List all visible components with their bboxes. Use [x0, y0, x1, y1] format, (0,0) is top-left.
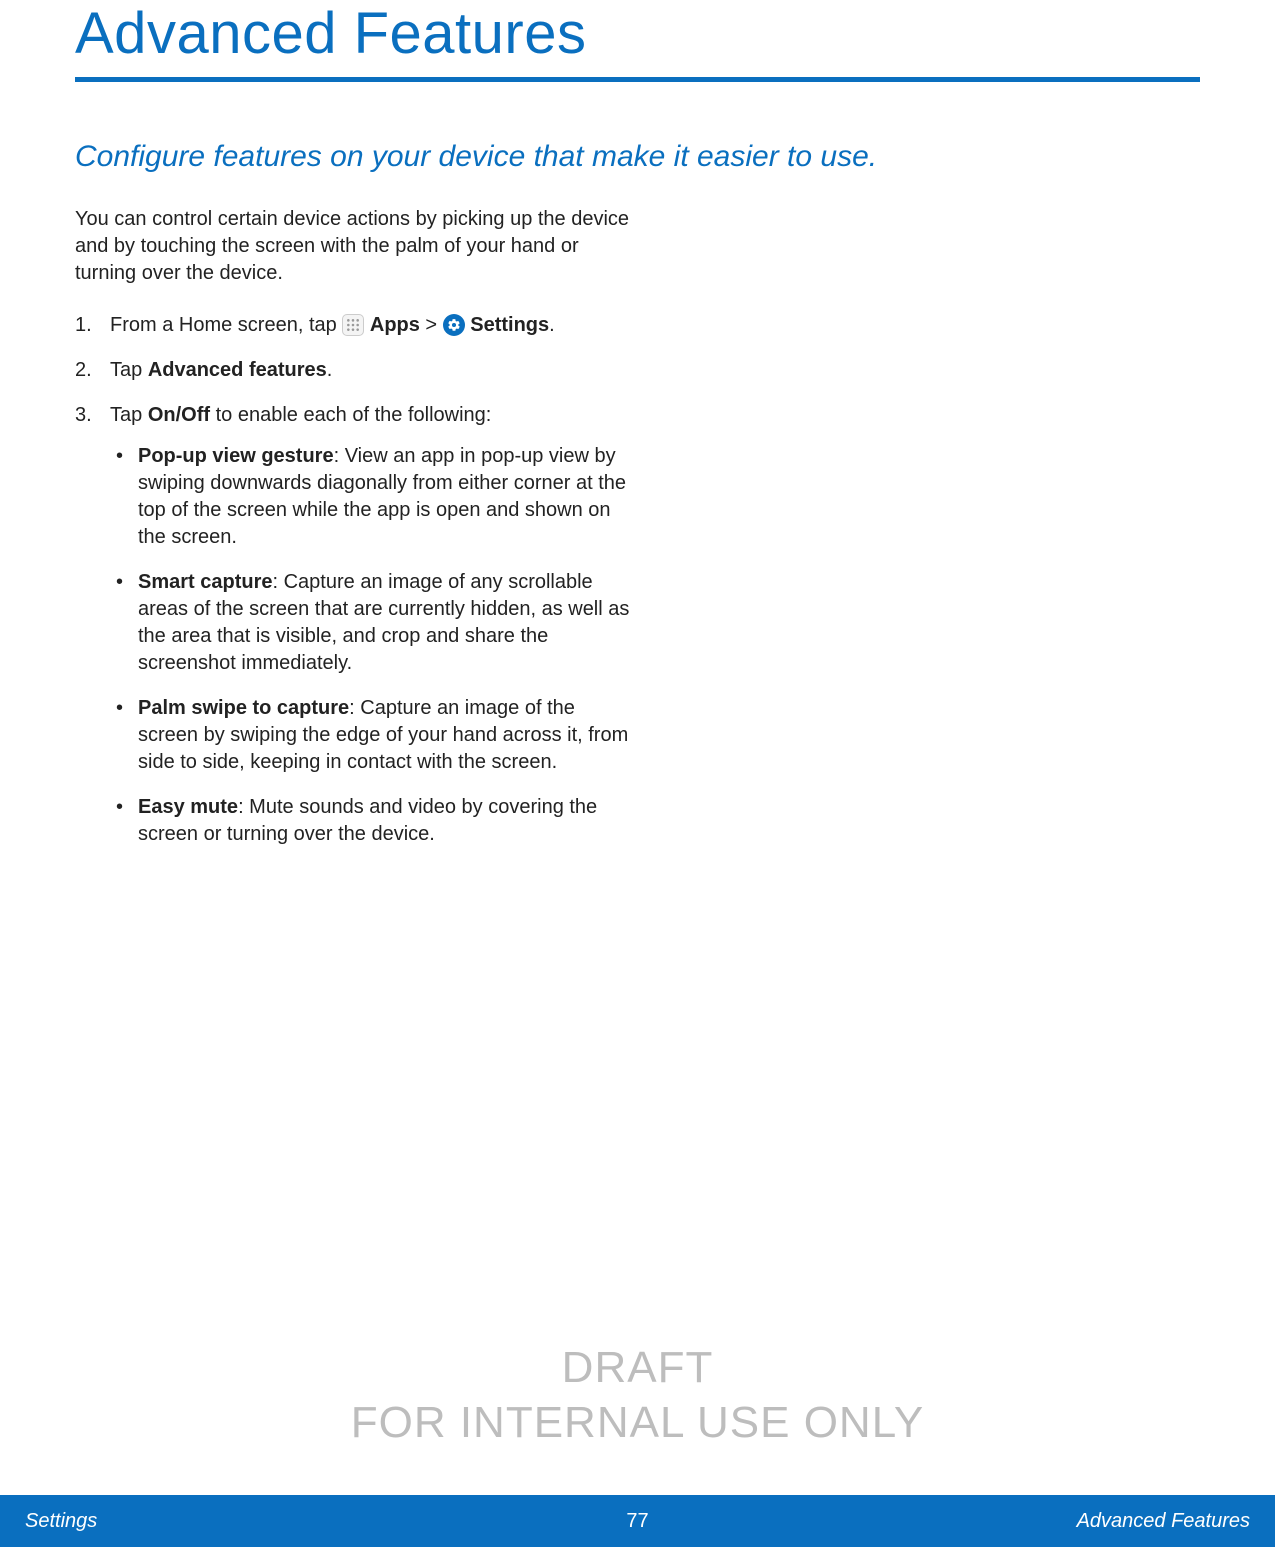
step-3: 3. Tap On/Off to enable each of the foll… [75, 402, 635, 848]
apps-icon [342, 314, 364, 336]
step-1: 1. From a Home screen, tap Apps > Settin… [75, 312, 635, 339]
feature-title: Pop-up view gesture [138, 445, 334, 467]
page-title: Advanced Features [75, 0, 1200, 67]
feature-smart-capture: Smart capture: Capture an image of any s… [110, 569, 635, 677]
page-footer: Settings 77 Advanced Features [0, 1495, 1275, 1547]
feature-title: Smart capture [138, 571, 273, 593]
settings-label: Settings [470, 314, 549, 336]
step-2: 2. Tap Advanced features. [75, 357, 635, 384]
title-divider [75, 77, 1200, 82]
feature-list: Pop-up view gesture: View an app in pop-… [110, 443, 635, 848]
step-text: From a Home screen, tap [110, 314, 342, 336]
watermark-line-2: FOR INTERNAL USE ONLY [0, 1395, 1275, 1450]
step-number: 1. [75, 312, 92, 339]
feature-title: Easy mute [138, 796, 238, 818]
feature-popup-view: Pop-up view gesture: View an app in pop-… [110, 443, 635, 551]
steps-list: 1. From a Home screen, tap Apps > Settin… [75, 312, 635, 848]
footer-section: Settings [25, 1510, 97, 1533]
feature-easy-mute: Easy mute: Mute sounds and video by cove… [110, 794, 635, 848]
step-suffix: to enable each of the following: [210, 404, 491, 426]
step-separator: > [420, 314, 443, 336]
footer-topic: Advanced Features [1077, 1510, 1250, 1533]
intro-paragraph: You can control certain device actions b… [75, 206, 635, 287]
step-number: 3. [75, 402, 92, 429]
step-end: . [549, 314, 555, 336]
step-text: Tap [110, 359, 148, 381]
page-subtitle: Configure features on your device that m… [75, 137, 1200, 176]
settings-icon [443, 314, 465, 336]
watermark: DRAFT FOR INTERNAL USE ONLY [0, 1340, 1275, 1450]
step-end: . [327, 359, 333, 381]
step-bold: Advanced features [148, 359, 327, 381]
feature-title: Palm swipe to capture [138, 697, 349, 719]
step-number: 2. [75, 357, 92, 384]
step-bold: On/Off [148, 404, 210, 426]
step-text: Tap [110, 404, 148, 426]
apps-label: Apps [370, 314, 420, 336]
watermark-line-1: DRAFT [0, 1340, 1275, 1395]
feature-palm-swipe: Palm swipe to capture: Capture an image … [110, 695, 635, 776]
footer-page-number: 77 [626, 1510, 648, 1533]
